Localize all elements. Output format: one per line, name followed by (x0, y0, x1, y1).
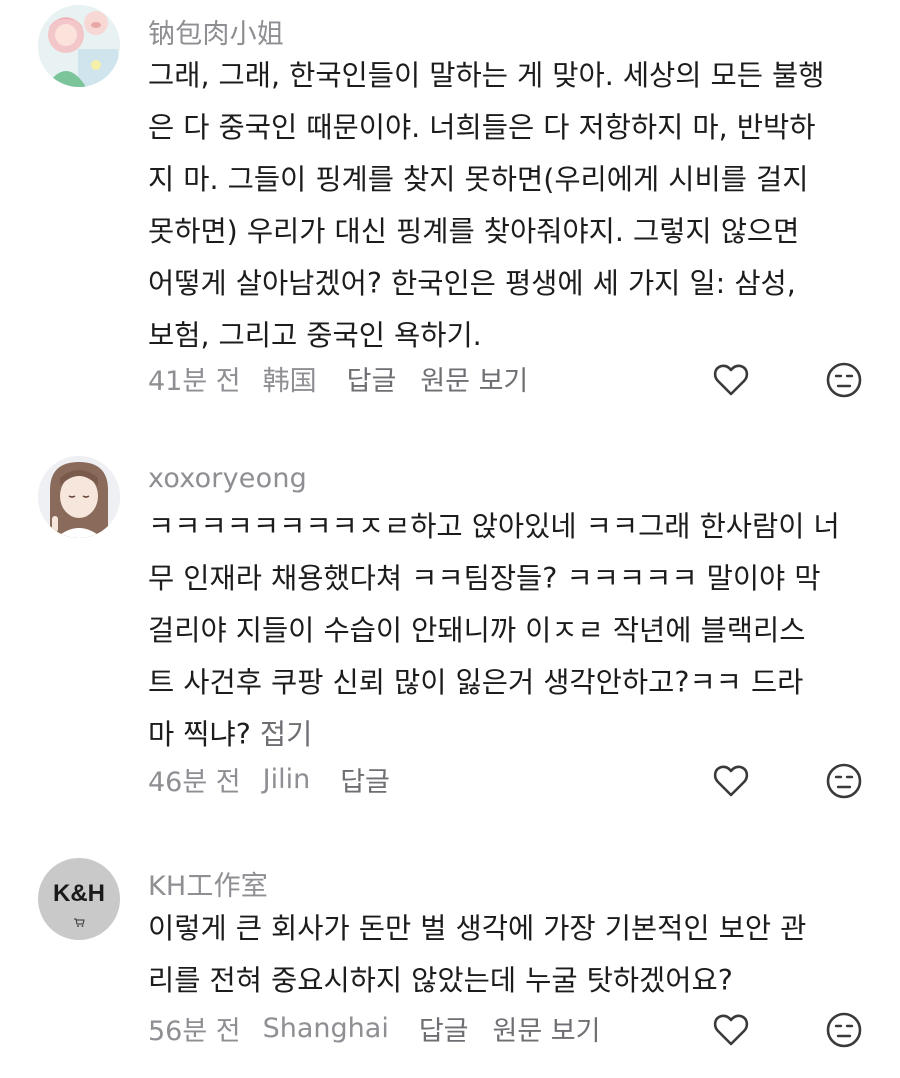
meh-face-icon[interactable] (825, 1011, 863, 1049)
comment-meta: 46분 전 Jilin 답글 (148, 760, 414, 799)
reply-button[interactable]: 답글 (347, 359, 397, 398)
reply-button[interactable]: 답글 (419, 1009, 469, 1048)
comment-time: 56분 전 (148, 1016, 241, 1047)
comment-line: 마 찍냐? 접기 (148, 709, 868, 761)
comment-location: Shanghai (262, 1013, 389, 1044)
comment-line: 은 다 중국인 때문이야. 너희들은 다 저항하지 마, 반박하 (148, 111, 816, 144)
view-original-button[interactable]: 원문 보기 (420, 359, 528, 398)
comment-time: 46분 전 (148, 767, 241, 798)
comment-line: 못하면) 우리가 대신 핑계를 찾아줘야지. 그렇지 않으면 (148, 215, 800, 248)
comment-line: ㅋㅋㅋㅋㅋㅋㅋㅋㅈㄹ하고 앉아있네 ㅋㅋ그래 한사람이 너 (148, 510, 840, 543)
comment-meta: 41분 전 韩国 답글 원문 보기 (148, 359, 552, 398)
meh-face-icon[interactable] (825, 361, 863, 399)
cart-icon (73, 912, 85, 927)
avatar-logo-text: K&H (53, 880, 105, 907)
comment-line: 걸리야 지들이 수습이 안돼니까 이ㅈㄹ 작년에 블랙리스 (148, 614, 806, 647)
heart-icon[interactable] (712, 1011, 750, 1049)
comment-line: 그래, 그래, 한국인들이 말하는 게 맞아. 세상의 모든 불행 (148, 59, 825, 92)
meh-face-icon[interactable] (825, 762, 863, 800)
comment-line-text: 마 찍냐? (148, 718, 251, 751)
avatar-illustration (38, 456, 120, 538)
comment-location: Jilin (262, 764, 311, 795)
comment-line: 트 사건후 쿠팡 신뢰 많이 잃은거 생각안하고?ㅋㅋ 드라 (148, 666, 804, 699)
comment-meta: 56분 전 Shanghai 답글 원문 보기 (148, 1009, 624, 1048)
comment-line: 보험, 그리고 중국인 욕하기. (148, 319, 482, 352)
comment-line: 이렇게 큰 회사가 돈만 벌 생각에 가장 기본적인 보안 관 (148, 912, 807, 945)
comment-line: 어떻게 살아남겠어? 한국인은 평생에 세 가지 일: 삼성, (148, 267, 796, 300)
username[interactable]: 钠包肉小姐 (148, 12, 284, 51)
comment-line: 지 마. 그들이 핑계를 찾지 못하면(우리에게 시비를 걸지 (148, 163, 809, 196)
comment-text: 그래, 그래, 한국인들이 말하는 게 맞아. 세상의 모든 불행 은 다 중국… (148, 50, 868, 362)
avatar[interactable] (38, 456, 120, 538)
username[interactable]: KH工作室 (148, 864, 268, 903)
heart-icon[interactable] (712, 361, 750, 399)
avatar[interactable] (38, 5, 120, 87)
comment-time: 41분 전 (148, 366, 241, 397)
comment-line: 리를 전혀 중요시하지 않았는데 누굴 탓하겠어요? (148, 964, 733, 997)
avatar-illustration (38, 5, 120, 87)
comment-text: ㅋㅋㅋㅋㅋㅋㅋㅋㅈㄹ하고 앉아있네 ㅋㅋ그래 한사람이 너 무 인재라 채용했다… (148, 501, 868, 761)
username[interactable]: xoxoryeong (148, 463, 307, 494)
comment-location: 韩国 (262, 366, 317, 397)
comment-line: 무 인재라 채용했다쳐 ㅋㅋ팀장들? ㅋㅋㅋㅋㅋ 말이야 막 (148, 562, 821, 595)
avatar[interactable]: K&H (38, 858, 120, 940)
heart-icon[interactable] (712, 762, 750, 800)
comment-text: 이렇게 큰 회사가 돈만 벌 생각에 가장 기본적인 보안 관 리를 전혀 중요… (148, 903, 868, 1007)
view-original-button[interactable]: 원문 보기 (493, 1009, 601, 1048)
collapse-button[interactable]: 접기 (260, 718, 312, 751)
reply-button[interactable]: 답글 (340, 760, 390, 799)
